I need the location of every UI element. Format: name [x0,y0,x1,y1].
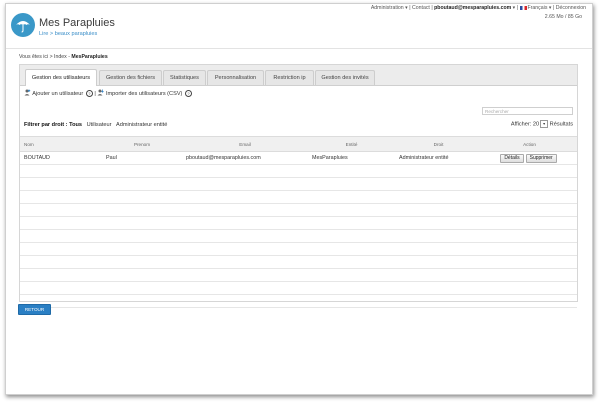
cell-nom: BOUTAUD [20,151,102,165]
administration-link[interactable]: Administration [371,5,404,11]
import-users-help-icon[interactable]: ? [184,90,192,97]
tab-personnalisation[interactable]: Personnalisation [207,70,264,85]
main-panel: Gestion des utilisateurs Gestion des fic… [19,64,578,308]
results-per-page: Afficher: 20 ▾ Résultats [511,120,573,128]
add-user-icon [24,89,31,98]
search-input[interactable]: Rechercher [482,107,573,115]
table-row-empty [20,281,577,295]
app-window: Mes Parapluies Lire > beaux parapluies A… [5,3,593,395]
tab-statistiques[interactable]: Statistiques [163,70,206,85]
tab-gestion-invites[interactable]: Gestion des invités [315,70,375,85]
cell-droit: Administrateur entité [395,151,482,165]
users-table: Nom Prenom Email Entité Droit Action BOU… [20,136,577,308]
table-row-empty [20,216,577,230]
top-nav: Administration ▾ | Contact | pboutaud@me… [370,5,586,11]
french-flag-icon [519,5,527,10]
language-menu[interactable]: Français [528,5,548,11]
tab-strip: Gestion des utilisateurs Gestion des fic… [20,65,577,86]
breadcrumb-prefix: Vous êtes ici [19,54,49,60]
table-row-empty [20,190,577,204]
umbrella-logo-icon [11,13,35,37]
table-row-empty [20,164,577,178]
perpage-label: Afficher: [510,121,532,128]
table-row-empty [20,294,577,308]
user-email-menu[interactable]: pboutaud@mesparapluies.com [434,5,511,11]
perpage-suffix: Résultats [549,121,573,128]
delete-button[interactable]: Supprimer [525,153,557,163]
breadcrumb: Vous êtes ici > Index - MesParapluies [19,54,108,60]
col-entite[interactable]: Entité [308,136,395,152]
import-users-link[interactable]: Importer des utilisateurs (CSV) [106,91,182,97]
cell-email: pboutaud@mesparapluies.com [182,151,308,165]
filter-label: Filtrer par droit : [24,122,68,128]
details-button[interactable]: Détails [500,153,524,163]
user-actions: Ajouter un utilisateur ? | Importer des … [24,89,192,98]
back-button[interactable]: RETOUR [18,304,51,315]
col-droit[interactable]: Droit [395,136,482,152]
add-user-link[interactable]: Ajouter un utilisateur [32,91,83,97]
table-row-empty [20,229,577,243]
storage-quota: 2.65 Mo / 85 Go [544,14,582,20]
col-email[interactable]: Email [182,136,308,152]
filter-option-user[interactable]: Utilisateur [87,122,112,128]
col-nom[interactable]: Nom [20,136,102,152]
table-row-empty [20,242,577,256]
tab-gestion-utilisateurs[interactable]: Gestion des utilisateurs [25,69,97,86]
cell-actions: Détails Supprimer [482,151,577,165]
table-row-empty [20,268,577,282]
logout-link[interactable]: Déconnexion [556,5,586,11]
tab-gestion-fichiers[interactable]: Gestion des fichiers [99,70,162,85]
cell-entite: MesParapluies [308,151,395,165]
table-row: BOUTAUD Paul pboutaud@mesparapluies.com … [20,151,577,165]
import-users-icon [97,89,105,98]
perpage-value[interactable]: 20 [533,121,539,127]
table-row-empty [20,255,577,269]
table-row-empty [20,203,577,217]
cell-prenom: Paul [102,151,182,165]
filter-option-admin[interactable]: Administrateur entité [116,122,167,128]
add-user-help-icon[interactable]: ? [85,90,93,97]
col-prenom[interactable]: Prenom [102,136,182,152]
breadcrumb-current: MesParapluies [71,54,108,60]
chevron-down-icon[interactable]: ▾ [540,120,549,128]
header: Mes Parapluies Lire > beaux parapluies A… [6,4,592,49]
app-title: Mes Parapluies [39,17,115,29]
contact-link[interactable]: Contact [412,5,430,11]
app-subtitle[interactable]: Lire > beaux parapluies [39,31,97,37]
filter-option-all[interactable]: Tous [69,122,82,128]
table-row-empty [20,177,577,191]
breadcrumb-parent[interactable]: Index [54,54,67,60]
rights-filter: Filtrer par droit : Tous Utilisateur Adm… [24,122,167,128]
col-action: Action [482,136,577,152]
tab-restriction-ip[interactable]: Restriction ip [265,70,314,85]
